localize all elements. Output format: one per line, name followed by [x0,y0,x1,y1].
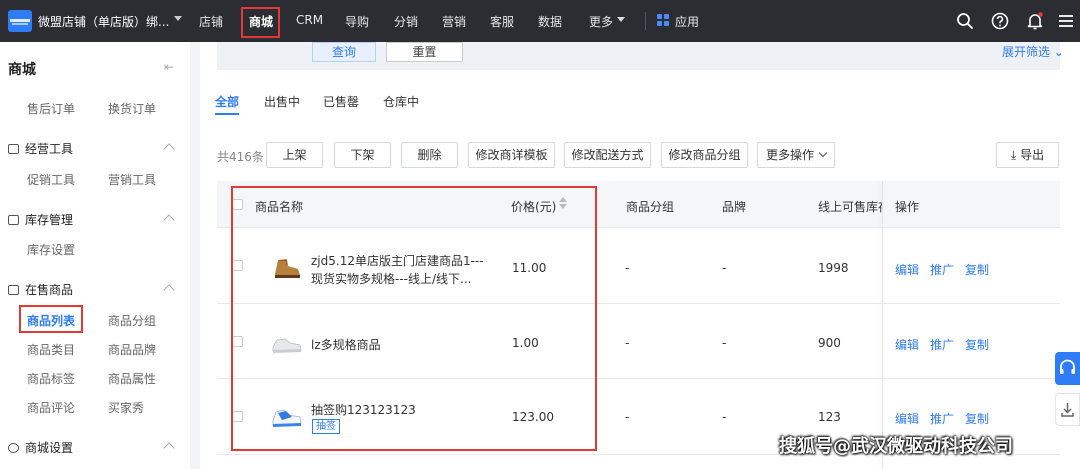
sidebar-item-goods-tags[interactable]: 商品标签 [27,370,75,387]
apps-grid-icon[interactable] [657,14,670,27]
tab-sold-out[interactable]: 已售罄 [323,93,359,110]
sidebar: 商城 ⇤ 售后订单 换货订单 经营工具 促销工具 营销工具 库存管理 库存设置 … [0,42,190,469]
nav-crm[interactable]: CRM [296,13,323,27]
row-brand: - [722,410,727,424]
sidebar-item-after-sale-orders[interactable]: 售后订单 [27,100,75,117]
inventory-icon [8,215,19,225]
header-goods-group: 商品分组 [626,200,675,214]
headset-icon [1060,359,1075,374]
edit-goods-group-button[interactable]: 修改商品分组 [661,142,748,168]
total-count: 共416条 [217,150,264,164]
row-group: - [625,261,630,275]
export-icon: ⤓ [1010,148,1017,162]
chevron-up-icon[interactable] [163,442,175,454]
brand-logo-icon[interactable] [8,10,32,32]
sidebar-item-goods-group[interactable]: 商品分组 [108,312,156,329]
nav-store[interactable]: 店铺 [199,13,223,30]
edit-delivery-button[interactable]: 修改配送方式 [564,142,651,168]
chevron-up-icon[interactable] [163,143,175,155]
promote-link[interactable]: 推广 [930,410,954,427]
edit-link[interactable]: 编辑 [895,261,919,278]
store-switch-caret-icon[interactable] [174,16,182,21]
sidebar-item-goods-category[interactable]: 商品类目 [27,341,75,358]
sidebar-section-mall-settings[interactable]: 商城设置 [8,439,73,456]
fixed-column-divider [882,181,883,469]
nav-apps[interactable]: 应用 [675,13,699,30]
sidebar-item-goods-attributes[interactable]: 商品属性 [108,370,156,387]
sidebar-item-inventory-settings[interactable]: 库存设置 [27,241,75,258]
delist-button[interactable]: 下架 [334,142,391,168]
nav-guide[interactable]: 导购 [345,13,369,30]
help-icon[interactable] [990,11,1010,31]
filter-panel: 查询 重置 展开筛选 ⌄ [217,42,1064,70]
nav-data[interactable]: 数据 [538,13,562,30]
copy-link[interactable]: 复制 [965,261,989,278]
nav-mall-highlight [241,7,280,38]
notification-bell-icon[interactable] [1025,11,1045,31]
row-brand: - [722,336,727,350]
query-button[interactable]: 查询 [312,42,376,62]
sidebar-item-exchange-orders[interactable]: 换货订单 [108,100,156,117]
chevron-up-icon[interactable] [163,284,175,296]
active-tab-indicator [215,113,239,115]
promote-link[interactable]: 推广 [930,261,954,278]
row-stock: 1998 [818,261,849,275]
row-group: - [625,336,630,350]
settings-icon [8,443,19,453]
copy-link[interactable]: 复制 [965,336,989,353]
chevron-down-icon [818,148,828,158]
expand-filter-link[interactable]: 展开筛选 ⌄ [1002,43,1064,60]
nav-distribution[interactable]: 分销 [394,13,418,30]
more-actions-button[interactable]: 更多操作 [757,142,835,168]
search-icon[interactable] [955,11,975,31]
goods-icon [8,285,19,295]
tab-warehouse[interactable]: 仓库中 [383,93,419,110]
sidebar-item-marketing-tools[interactable]: 营销工具 [108,171,156,188]
export-button[interactable]: ⤓ 导出 [996,142,1059,168]
row-group: - [625,410,630,424]
sidebar-section-tools[interactable]: 经营工具 [8,140,73,157]
store-name[interactable]: 微盟店铺（单店版）绑... [38,13,169,30]
nav-more[interactable]: 更多 [589,13,613,30]
delete-button[interactable]: 删除 [401,142,458,168]
chevron-up-icon[interactable] [163,214,175,226]
header-actions: 操作 [895,200,920,214]
sidebar-section-inventory[interactable]: 库存管理 [8,211,73,228]
chevron-down-icon [617,17,625,22]
nav-customer-service[interactable]: 客服 [490,13,514,30]
menu-icon[interactable] [1056,11,1076,31]
row-brand: - [722,261,727,275]
collapse-sidebar-icon[interactable]: ⇤ [164,60,174,74]
nav-divider [645,12,646,30]
header-brand: 品牌 [722,200,747,214]
download-icon [1061,403,1074,417]
nav-marketing[interactable]: 营销 [442,13,466,30]
goods-info-highlight [231,186,597,451]
tools-icon [8,144,19,154]
sidebar-item-promo-tools[interactable]: 促销工具 [27,171,75,188]
list-on-shelf-button[interactable]: 上架 [266,142,323,168]
tab-on-sale[interactable]: 出售中 [264,93,300,110]
watermark-text: 搜狐号@武汉微驱动科技公司 [779,436,1013,457]
goods-list-highlight [19,305,83,333]
promote-link[interactable]: 推广 [930,336,954,353]
row-stock: 900 [818,336,841,350]
edit-detail-template-button[interactable]: 修改商详模板 [468,142,555,168]
customer-service-float-button[interactable] [1055,352,1080,385]
sidebar-item-goods-reviews[interactable]: 商品评论 [27,399,75,416]
sidebar-title: 商城 [8,62,36,78]
top-nav-bar: 微盟店铺（单店版）绑... 店铺 商城 CRM 导购 分销 营销 客服 数据 更… [0,0,1080,42]
edit-link[interactable]: 编辑 [895,410,919,427]
copy-link[interactable]: 复制 [965,410,989,427]
sidebar-item-goods-brand[interactable]: 商品品牌 [108,341,156,358]
sidebar-section-goods-on-sale[interactable]: 在售商品 [8,281,73,298]
edit-link[interactable]: 编辑 [895,336,919,353]
download-float-button[interactable] [1055,393,1080,426]
row-stock: 123 [818,410,841,424]
sidebar-item-buyer-show[interactable]: 买家秀 [108,399,144,416]
tab-all[interactable]: 全部 [215,93,239,110]
header-online-stock: 线上可售库存 [818,200,882,214]
reset-button[interactable]: 重置 [386,42,463,62]
